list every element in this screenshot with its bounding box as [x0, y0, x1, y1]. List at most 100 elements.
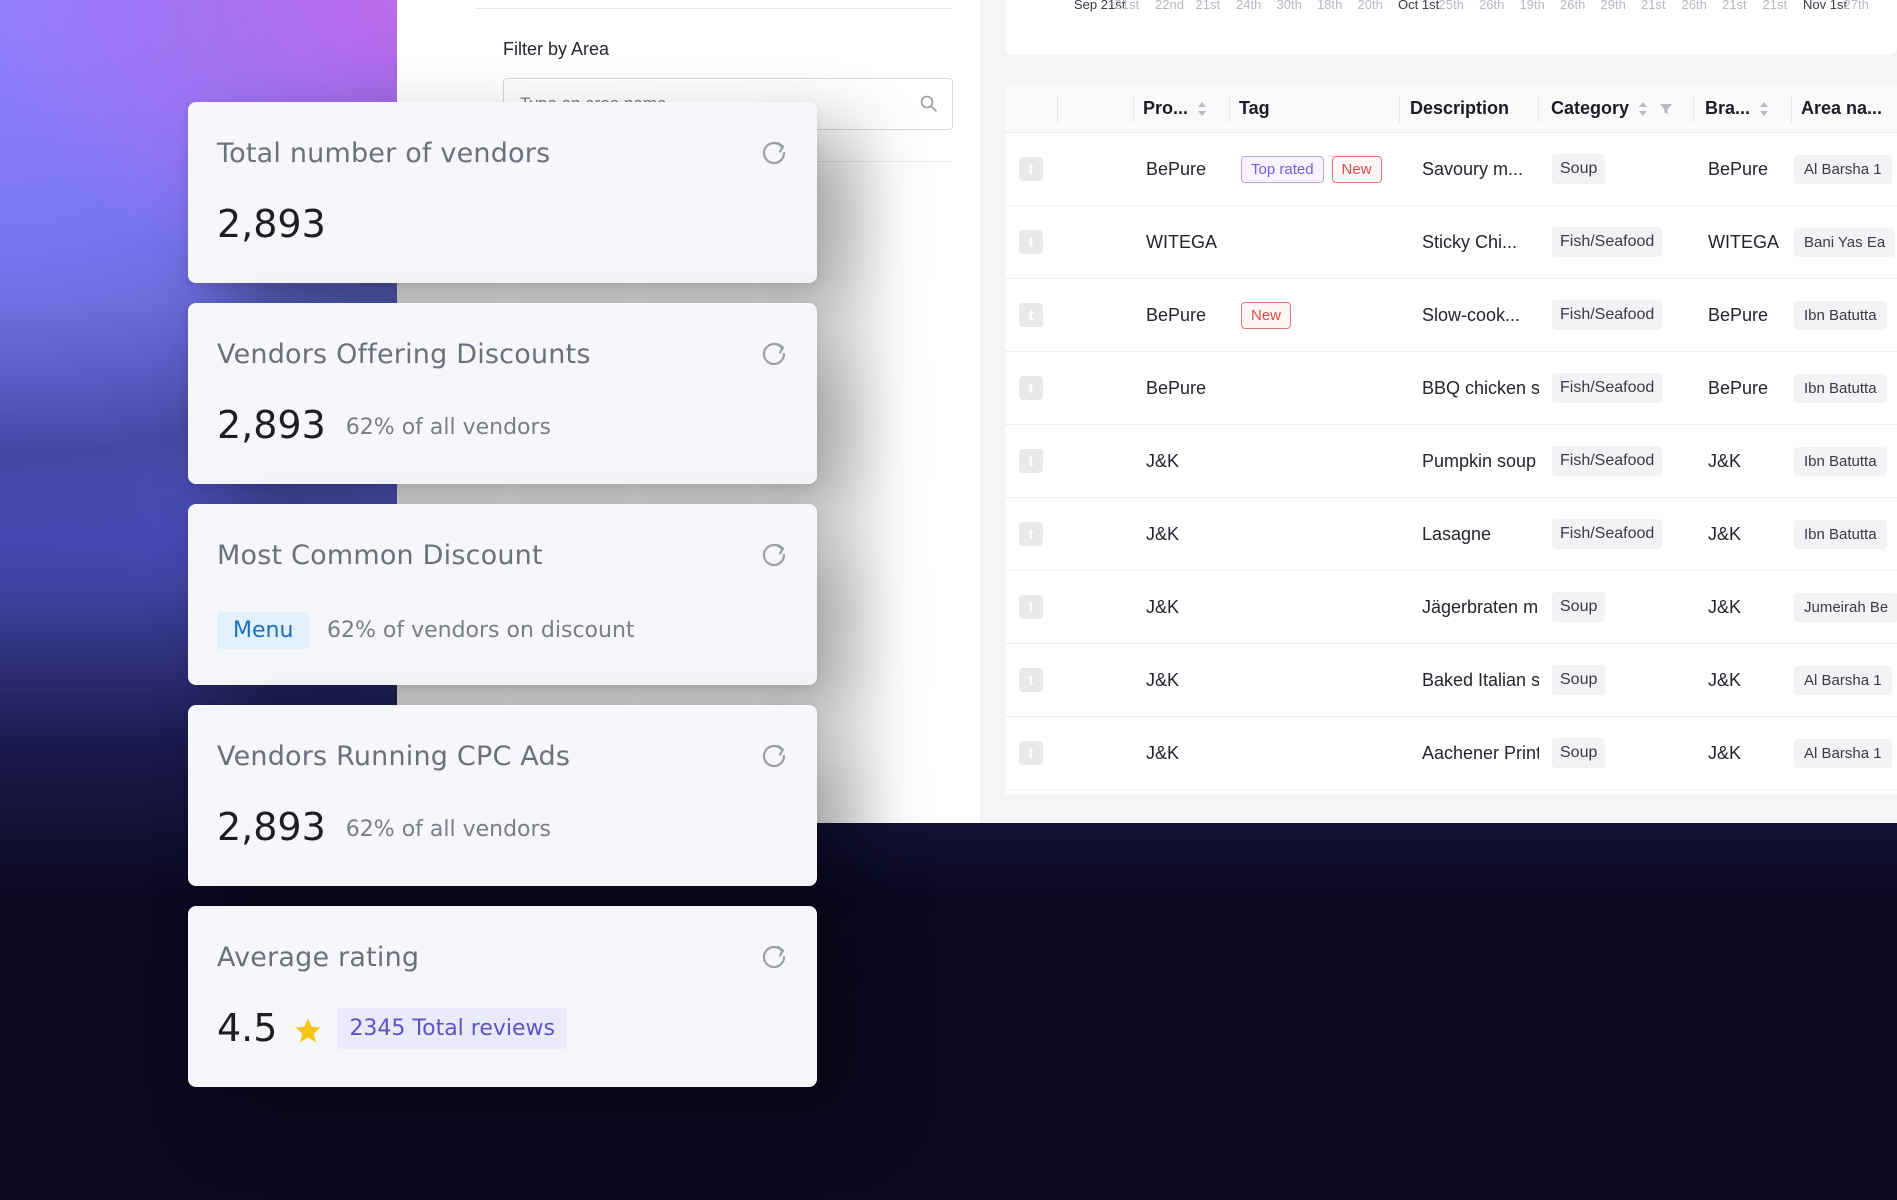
- area-chip: Al Barsha 1: [1794, 154, 1892, 184]
- timeline-tick: 30th: [1276, 0, 1302, 12]
- area-chip: Ibn Batutta: [1794, 446, 1887, 476]
- column-header-brand[interactable]: Bra...: [1705, 85, 1791, 133]
- table-row[interactable]: t J&K Baked Italian s Soup J&K Al Barsha 1: [1005, 644, 1897, 717]
- timeline-tick: 19th: [1519, 0, 1545, 12]
- cell-brand: WITEGA: [1708, 231, 1779, 252]
- column-separator: [1133, 95, 1134, 123]
- card-title: Most Common Discount: [217, 540, 543, 571]
- filter-label: Filter by Area: [503, 39, 610, 59]
- table-row[interactable]: t BePure New Slow-cook... Fish/Seafood BePure…: [1005, 279, 1897, 352]
- column-header-tag[interactable]: Tag: [1239, 85, 1399, 133]
- refresh-icon[interactable]: [760, 138, 788, 166]
- card-vendors-running-cpc-ads: Vendors Running CPC Ads 2,893 62% of all…: [188, 705, 817, 886]
- table-row[interactable]: t J&K Lasagne Fish/Seafood J&K Ibn Batutta: [1005, 498, 1897, 571]
- column-header-label: Bra...: [1705, 98, 1751, 118]
- row-type-icon: t: [1019, 376, 1043, 400]
- timeline-tick: 27th: [1843, 0, 1869, 12]
- area-chip: Bani Yas Ea: [1794, 227, 1896, 257]
- cell-provider: WITEGA: [1146, 231, 1217, 252]
- tag-badge: Top rated: [1241, 155, 1324, 183]
- timeline-tick: 25th: [1438, 0, 1464, 12]
- cell-category: Fish/Seafood: [1552, 498, 1690, 570]
- column-separator: [1693, 95, 1694, 123]
- category-chip: Fish/Seafood: [1552, 519, 1663, 549]
- cell-description: Sticky Chi...: [1422, 231, 1518, 252]
- cell-tags: [1241, 425, 1399, 497]
- cell-category: Fish/Seafood: [1552, 279, 1690, 351]
- cell-tags: [1241, 571, 1399, 643]
- star-icon: [295, 1018, 321, 1043]
- card-average-rating: Average rating 4.5 2345 Total reviews: [188, 906, 817, 1087]
- cell-category: Fish/Seafood: [1552, 352, 1690, 424]
- row-type-icon: t: [1019, 449, 1043, 473]
- table-row[interactable]: t J&K Aachener Print Soup J&K Al Barsha 1: [1005, 717, 1897, 790]
- table-row[interactable]: t J&K Jägerbraten m Soup J&K Jumeirah Be: [1005, 571, 1897, 644]
- cell-brand: J&K: [1708, 450, 1742, 471]
- category-chip: Fish/Seafood: [1552, 227, 1663, 257]
- card-most-common-discount: Most Common Discount Menu 62% of vendors…: [188, 504, 817, 685]
- cell-area: Jumeirah Be: [1794, 571, 1897, 643]
- card-title: Average rating: [217, 942, 420, 973]
- row-type-icon: t: [1019, 668, 1043, 692]
- table-row[interactable]: t BePure Top rated New Savoury m... Soup BePur…: [1005, 133, 1897, 206]
- cell-tags: [1241, 644, 1399, 716]
- timeline-tick: 20th: [1357, 0, 1383, 12]
- row-type-icon: t: [1019, 595, 1043, 619]
- column-header-category[interactable]: Category: [1551, 85, 1691, 133]
- cell-brand: BePure: [1708, 304, 1769, 325]
- cell-brand: BePure: [1708, 377, 1769, 398]
- cell-area: Al Barsha 1: [1794, 133, 1897, 205]
- search-icon[interactable]: [919, 94, 939, 114]
- timeline-tick: 21st: [1195, 0, 1221, 12]
- cell-tags: [1241, 498, 1399, 570]
- category-chip: Fish/Seafood: [1552, 373, 1663, 403]
- area-chip: Ibn Batutta: [1794, 519, 1887, 549]
- area-chip: Ibn Batutta: [1794, 373, 1887, 403]
- table-row[interactable]: t BePure BBQ chicken s Fish/Seafood BePure Ib…: [1005, 352, 1897, 425]
- column-header-label: Category: [1551, 98, 1630, 118]
- cell-description: BBQ chicken s: [1422, 377, 1539, 398]
- category-chip: Fish/Seafood: [1552, 446, 1663, 476]
- refresh-icon[interactable]: [760, 741, 788, 769]
- column-header-description[interactable]: Description: [1410, 85, 1535, 133]
- cell-category: Fish/Seafood: [1552, 206, 1690, 278]
- column-separator: [1791, 95, 1792, 123]
- card-value: 2,893: [217, 805, 326, 849]
- column-header-area[interactable]: Area na...: [1801, 85, 1897, 133]
- timeline-tick: Oct 1st: [1398, 0, 1440, 12]
- timeline-tick: Nov 1st: [1803, 0, 1848, 12]
- card-title: Vendors Offering Discounts: [217, 339, 591, 370]
- timeline-axis: Sep 21st 21st 22nd 21st 24th 30th 18th 20th Oct …: [1005, 0, 1897, 55]
- cell-provider: J&K: [1146, 669, 1180, 690]
- table-row[interactable]: t WITEGA Sticky Chi... Fish/Seafood WITEGA Ba…: [1005, 206, 1897, 279]
- table-row[interactable]: t J&K Pumpkin soup Fish/Seafood J&K Ibn Batut…: [1005, 425, 1897, 498]
- card-vendors-offering-discounts: Vendors Offering Discounts 2,893 62% of …: [188, 303, 817, 484]
- timeline-tick: 24th: [1236, 0, 1262, 12]
- column-header-provider[interactable]: Pro...: [1143, 85, 1229, 133]
- cell-provider: BePure: [1146, 304, 1207, 325]
- cell-provider: BePure: [1146, 158, 1207, 179]
- filter-icon[interactable]: [1659, 102, 1673, 116]
- sort-icon[interactable]: [1196, 99, 1208, 119]
- total-reviews-chip[interactable]: 2345 Total reviews: [337, 1008, 568, 1049]
- area-chip: Al Barsha 1: [1794, 738, 1892, 768]
- timeline-tick: 21st: [1762, 0, 1788, 12]
- sort-icon[interactable]: [1758, 99, 1770, 119]
- tag-badge: New: [1331, 155, 1382, 183]
- refresh-icon[interactable]: [760, 339, 788, 367]
- refresh-icon[interactable]: [760, 942, 788, 970]
- column-header-label: Description: [1410, 98, 1510, 118]
- category-chip: Soup: [1552, 665, 1606, 695]
- divider: [475, 8, 953, 9]
- cell-description: Aachener Print: [1422, 742, 1539, 763]
- cell-description: Slow-cook...: [1422, 304, 1521, 325]
- row-type-icon: t: [1019, 741, 1043, 765]
- cell-category: Fish/Seafood: [1552, 425, 1690, 497]
- row-type-icon: t: [1019, 522, 1043, 546]
- area-chip: Al Barsha 1: [1794, 665, 1892, 695]
- card-value: 2,893: [217, 403, 326, 447]
- refresh-icon[interactable]: [760, 540, 788, 568]
- cell-description: Baked Italian s: [1422, 669, 1539, 690]
- sort-icon[interactable]: [1637, 99, 1649, 119]
- cell-brand: J&K: [1708, 669, 1742, 690]
